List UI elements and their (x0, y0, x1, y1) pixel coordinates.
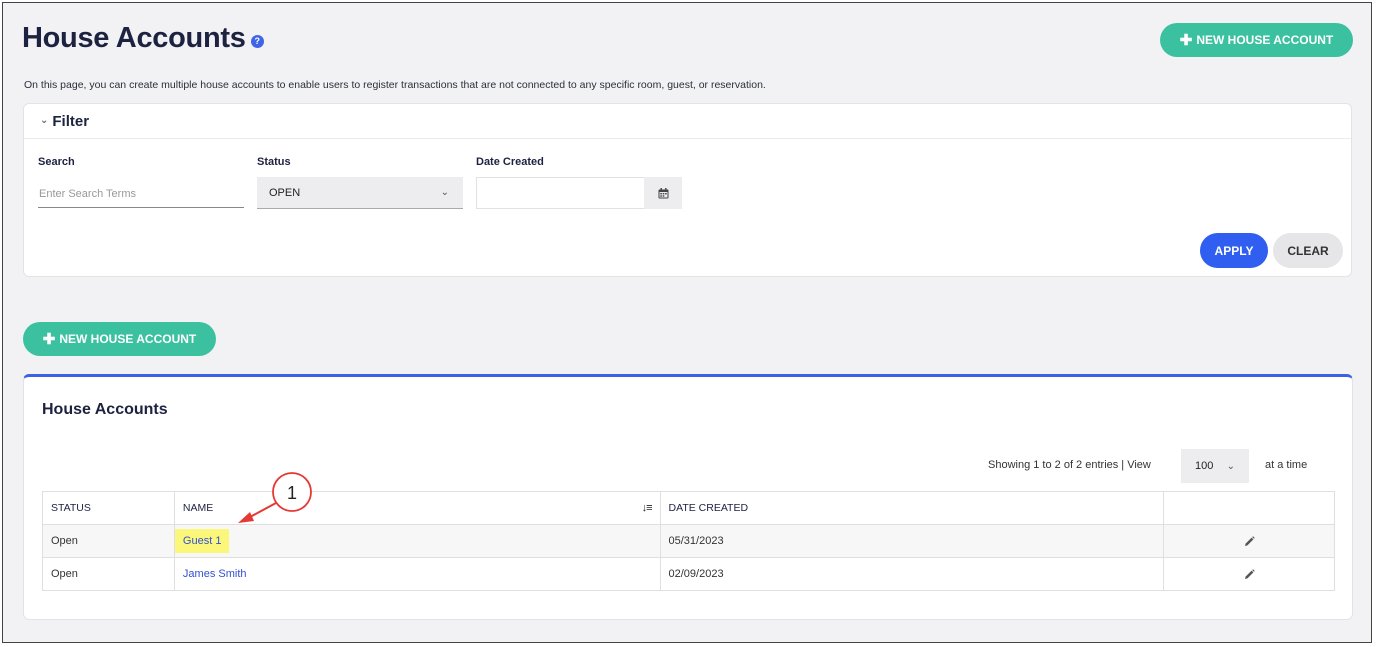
status-select-value: OPEN (269, 186, 301, 199)
chevron-down-icon: ⌄ (1226, 460, 1235, 472)
row-actions (1163, 524, 1335, 558)
search-input[interactable] (38, 180, 244, 208)
status-label: Status (257, 156, 291, 168)
column-header-name[interactable]: NAME ↓≡ (173, 491, 661, 525)
chevron-down-icon: ⌄ (440, 187, 449, 198)
page-size-select[interactable]: 100 ⌄ (1181, 449, 1249, 483)
filter-divider (24, 138, 1351, 139)
row-date-created: 02/09/2023 (659, 557, 1165, 591)
row-status: Open (42, 557, 175, 591)
row-name-link[interactable]: Guest 1 (174, 529, 230, 553)
column-header-date-created[interactable]: DATE CREATED (659, 491, 1165, 525)
column-header-actions (1163, 491, 1335, 525)
new-house-account-label: NEW HOUSE ACCOUNT (59, 332, 197, 346)
new-house-account-label: NEW HOUSE ACCOUNT (1196, 33, 1334, 47)
column-header-status[interactable]: STATUS (42, 491, 175, 525)
entries-info: Showing 1 to 2 of 2 entries | View (988, 459, 1151, 471)
column-header-name-label: NAME (182, 502, 214, 514)
new-house-account-button[interactable]: ✚ NEW HOUSE ACCOUNT (23, 322, 216, 356)
plus-icon: ✚ (42, 330, 56, 348)
row-name-cell: James Smith (173, 557, 661, 591)
apply-button[interactable]: APPLY (1200, 233, 1268, 268)
new-house-account-button-top[interactable]: ✚ NEW HOUSE ACCOUNT (1160, 23, 1353, 57)
plus-icon: ✚ (1179, 31, 1193, 49)
page-title-text: House Accounts (22, 22, 246, 54)
search-label: Search (38, 156, 75, 168)
house-accounts-table: STATUS NAME ↓≡ DATE CREATED Open Guest 1… (42, 491, 1335, 591)
filter-title: Filter (52, 113, 90, 130)
table-header-row: STATUS NAME ↓≡ DATE CREATED (42, 491, 1335, 525)
status-select[interactable]: OPEN ⌄ (257, 177, 463, 209)
house-accounts-card-title: House Accounts (42, 401, 168, 418)
page-description: On this page, you can create multiple ho… (24, 79, 766, 91)
sort-icon[interactable]: ↓≡ (642, 502, 653, 514)
page-title: House Accounts ? (22, 22, 264, 55)
filter-toggle[interactable]: ⌄ Filter (40, 113, 89, 130)
pencil-icon[interactable] (1244, 535, 1255, 547)
table-row: Open James Smith 02/09/2023 (42, 557, 1335, 591)
page-size-value: 100 (1195, 460, 1214, 472)
calendar-icon (658, 187, 668, 198)
date-created-label: Date Created (476, 156, 544, 168)
help-icon[interactable]: ? (250, 35, 264, 48)
row-date-created: 05/31/2023 (659, 524, 1165, 558)
row-status: Open (42, 524, 175, 558)
house-accounts-card: House Accounts Showing 1 to 2 of 2 entri… (23, 374, 1353, 620)
table-row: Open Guest 1 05/31/2023 (42, 524, 1335, 558)
filter-panel: ⌄ Filter Search Status OPEN ⌄ Date Creat… (23, 103, 1352, 277)
row-name-cell: Guest 1 (173, 524, 661, 558)
pencil-icon[interactable] (1244, 568, 1255, 580)
row-actions (1163, 557, 1335, 591)
calendar-button[interactable] (644, 177, 682, 209)
date-created-input[interactable] (476, 177, 644, 209)
clear-button[interactable]: CLEAR (1273, 233, 1343, 268)
chevron-down-icon: ⌄ (40, 115, 49, 126)
row-name-link[interactable]: James Smith (183, 568, 247, 580)
at-a-time-label: at a time (1265, 459, 1308, 471)
